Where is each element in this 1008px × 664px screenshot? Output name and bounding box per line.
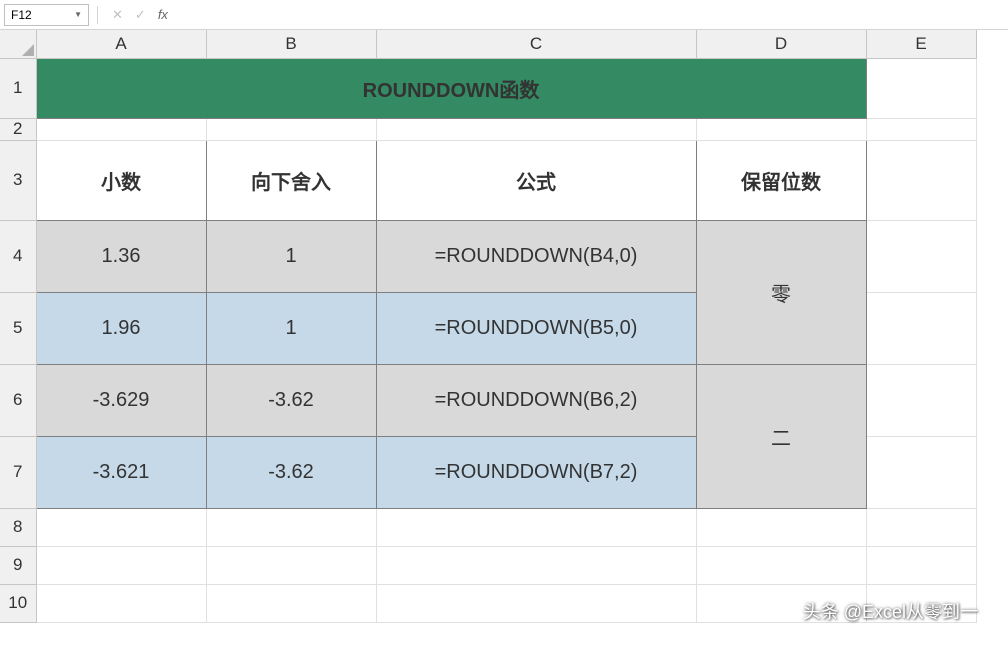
- cell-e8[interactable]: [866, 508, 976, 546]
- cell-e3[interactable]: [866, 140, 976, 220]
- cancel-icon[interactable]: ✕: [112, 7, 123, 23]
- name-box-value: F12: [11, 8, 32, 22]
- col-header-d[interactable]: D: [696, 30, 866, 58]
- confirm-icon[interactable]: ✓: [135, 7, 146, 23]
- row-header-6[interactable]: 6: [0, 364, 36, 436]
- cell-e5[interactable]: [866, 292, 976, 364]
- chevron-down-icon: ▼: [74, 10, 82, 19]
- cell-e7[interactable]: [866, 436, 976, 508]
- cell-b10[interactable]: [206, 584, 376, 622]
- row-header-10[interactable]: 10: [0, 584, 36, 622]
- cell-a2[interactable]: [36, 118, 206, 140]
- fx-icon[interactable]: fx: [158, 7, 168, 22]
- cell-d9[interactable]: [696, 546, 866, 584]
- cell-b7[interactable]: -3.62: [206, 436, 376, 508]
- header-c[interactable]: 公式: [376, 140, 696, 220]
- cell-c4[interactable]: =ROUNDDOWN(B4,0): [376, 220, 696, 292]
- cell-c2[interactable]: [376, 118, 696, 140]
- row-header-2[interactable]: 2: [0, 118, 36, 140]
- cell-b4[interactable]: 1: [206, 220, 376, 292]
- cell-b8[interactable]: [206, 508, 376, 546]
- header-d[interactable]: 保留位数: [696, 140, 866, 220]
- cell-c6[interactable]: =ROUNDDOWN(B6,2): [376, 364, 696, 436]
- row-header-7[interactable]: 7: [0, 436, 36, 508]
- col-header-e[interactable]: E: [866, 30, 976, 58]
- divider: [97, 6, 98, 24]
- cell-e10[interactable]: [866, 584, 976, 622]
- cell-c8[interactable]: [376, 508, 696, 546]
- row-header-8[interactable]: 8: [0, 508, 36, 546]
- worksheet: A B C D E 1 ROUNDDOWN函数 2 3 小数 向下舍入 公式 保…: [0, 30, 1008, 623]
- select-all-corner[interactable]: [0, 30, 36, 58]
- cell-a4[interactable]: 1.36: [36, 220, 206, 292]
- col-header-c[interactable]: C: [376, 30, 696, 58]
- cell-c5[interactable]: =ROUNDDOWN(B5,0): [376, 292, 696, 364]
- cell-d4-5[interactable]: 零: [696, 220, 866, 364]
- cell-d10[interactable]: [696, 584, 866, 622]
- row-header-4[interactable]: 4: [0, 220, 36, 292]
- formula-input[interactable]: [174, 4, 1008, 26]
- cell-a10[interactable]: [36, 584, 206, 622]
- cell-e6[interactable]: [866, 364, 976, 436]
- cell-d6-7[interactable]: 二: [696, 364, 866, 508]
- cell-a7[interactable]: -3.621: [36, 436, 206, 508]
- cell-a9[interactable]: [36, 546, 206, 584]
- cell-d8[interactable]: [696, 508, 866, 546]
- col-header-b[interactable]: B: [206, 30, 376, 58]
- title-cell[interactable]: ROUNDDOWN函数: [36, 58, 866, 118]
- row-header-1[interactable]: 1: [0, 58, 36, 118]
- row-header-9[interactable]: 9: [0, 546, 36, 584]
- cell-e2[interactable]: [866, 118, 976, 140]
- cell-c10[interactable]: [376, 584, 696, 622]
- grid-table: A B C D E 1 ROUNDDOWN函数 2 3 小数 向下舍入 公式 保…: [0, 30, 977, 623]
- cell-c7[interactable]: =ROUNDDOWN(B7,2): [376, 436, 696, 508]
- name-box[interactable]: F12 ▼: [4, 4, 89, 26]
- cell-a8[interactable]: [36, 508, 206, 546]
- cell-b9[interactable]: [206, 546, 376, 584]
- col-header-a[interactable]: A: [36, 30, 206, 58]
- cell-d2[interactable]: [696, 118, 866, 140]
- header-a[interactable]: 小数: [36, 140, 206, 220]
- formula-bar-area: F12 ▼ ✕ ✓ fx: [0, 0, 1008, 30]
- row-header-5[interactable]: 5: [0, 292, 36, 364]
- cell-a5[interactable]: 1.96: [36, 292, 206, 364]
- cell-a6[interactable]: -3.629: [36, 364, 206, 436]
- cell-e9[interactable]: [866, 546, 976, 584]
- cell-e4[interactable]: [866, 220, 976, 292]
- cell-b6[interactable]: -3.62: [206, 364, 376, 436]
- cell-b2[interactable]: [206, 118, 376, 140]
- row-header-3[interactable]: 3: [0, 140, 36, 220]
- cell-b5[interactable]: 1: [206, 292, 376, 364]
- header-b[interactable]: 向下舍入: [206, 140, 376, 220]
- cell-c9[interactable]: [376, 546, 696, 584]
- cell-e1[interactable]: [866, 58, 976, 118]
